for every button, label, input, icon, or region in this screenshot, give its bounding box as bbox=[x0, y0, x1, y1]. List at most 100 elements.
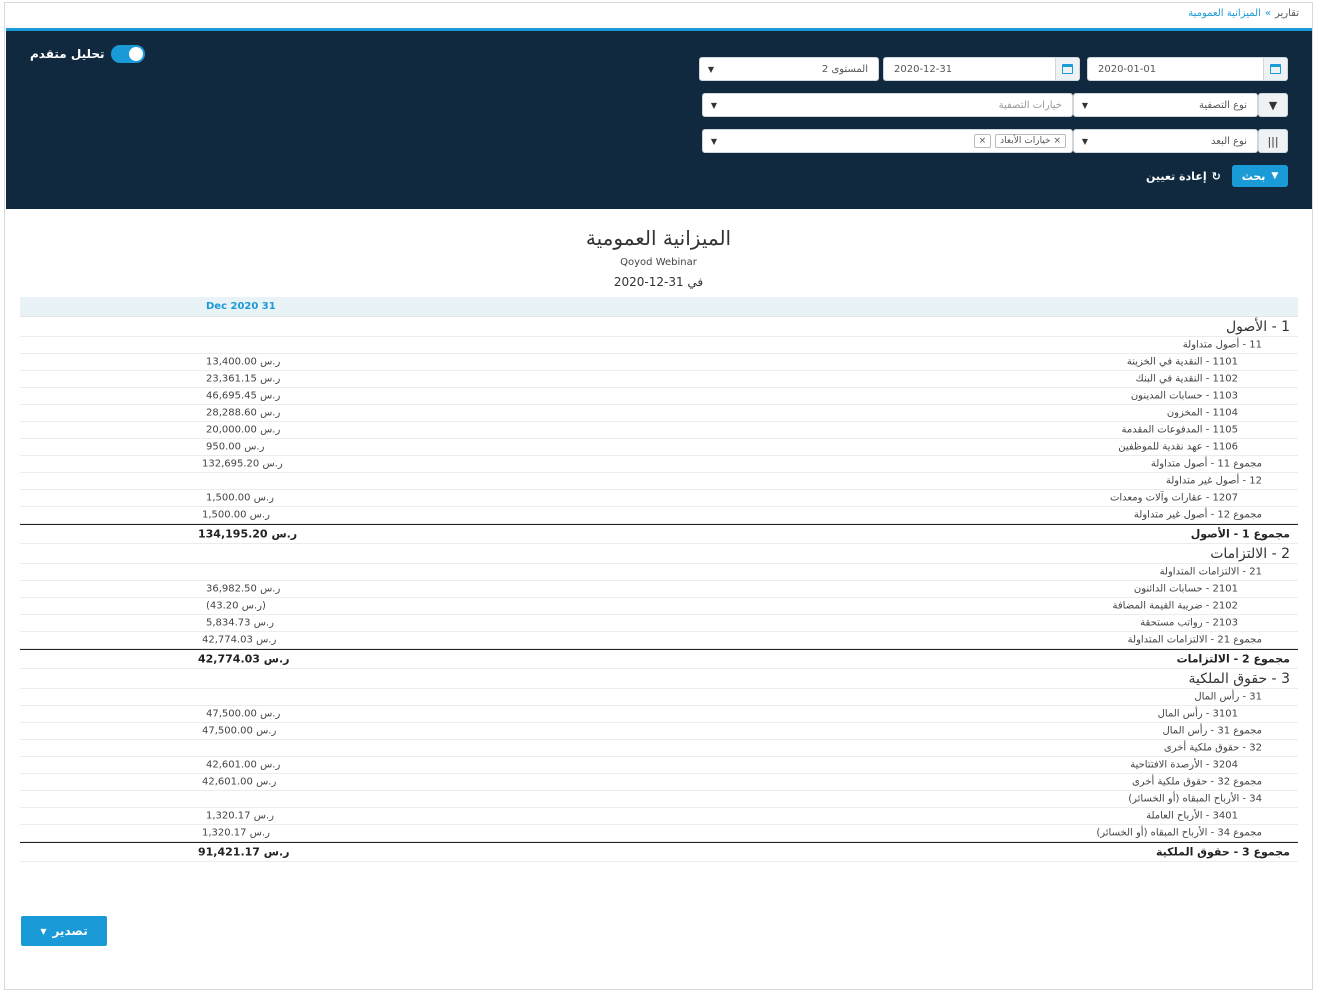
breadcrumb-current[interactable]: الميزانية العمومية bbox=[1188, 8, 1261, 19]
calendar-icon bbox=[1270, 64, 1281, 74]
search-button-label: بحث bbox=[1241, 169, 1266, 183]
table-row: مجموع 21 - الالتزامات المتداولة 42,774.03… bbox=[20, 632, 1298, 649]
table-row: 3204 - الأرصدة الافتتاحية 42,601.00 ر.س bbox=[20, 757, 1298, 774]
row-amount: 5,834.73 ر.س bbox=[206, 618, 274, 629]
calendar-icon-to[interactable] bbox=[1055, 58, 1079, 80]
row-amount: 42,774.03 ر.س bbox=[198, 653, 289, 666]
row-amount-value: 42,774.03 bbox=[198, 652, 260, 666]
dimension-options-tag[interactable]: × خيارات الأبعاد bbox=[995, 134, 1066, 148]
table-row: مجموع 34 - الأرباح المبقاه (أو الخسائر) 1… bbox=[20, 825, 1298, 842]
row-label: 3401 - الأرباح العاملة bbox=[1146, 810, 1238, 822]
row-amount: 28,288.60 ر.س bbox=[206, 408, 280, 419]
table-row: مجموع 3 - حقوق الملكية 91,421.17 ر.س bbox=[20, 842, 1298, 862]
row-label: 2101 - حسابات الدائنون bbox=[1133, 583, 1238, 595]
chevron-down-icon: ▼ bbox=[707, 64, 715, 74]
dimension-options-tag-label: خيارات الأبعاد bbox=[1000, 136, 1051, 146]
row-amount: 42,774.03 ر.س bbox=[202, 635, 276, 646]
row-currency: ر.س bbox=[256, 708, 281, 720]
row-currency: ر.س bbox=[256, 407, 281, 419]
row-label: 2 - الالتزامات bbox=[1210, 545, 1290, 562]
date-to-field[interactable]: 2020-12-31 bbox=[883, 57, 1080, 81]
row-amount-value: 20,000.00 bbox=[206, 424, 257, 436]
row-amount-value: 47,500.00 bbox=[206, 708, 257, 720]
table-row: 2101 - حسابات الدائنون 36,982.50 ر.س bbox=[20, 581, 1298, 598]
advanced-analysis-toggle[interactable] bbox=[110, 45, 145, 63]
row-currency: ر.س bbox=[246, 509, 270, 521]
row-currency: ر.س bbox=[241, 441, 265, 453]
table-row: 2102 - ضريبة القيمة المضافة (43.20 ر.س) bbox=[20, 598, 1298, 615]
date-from-field[interactable]: 2020-01-01 bbox=[1087, 57, 1288, 81]
row-label: 1106 - عهد نقدية للموظفين bbox=[1118, 441, 1238, 453]
filter-panel: تحليل متقدم 2020-01-01 2020-12-31 المستو… bbox=[6, 28, 1312, 209]
row-currency: ر.س bbox=[252, 634, 277, 646]
report-date: في 31-12-2020 bbox=[613, 275, 704, 289]
row-currency: ر.س) bbox=[238, 600, 266, 612]
table-row: مجموع 32 - حقوق ملكية أخرى 42,601.00 ر.س bbox=[20, 774, 1298, 791]
row-label: 3101 - رأس المال bbox=[1157, 708, 1238, 720]
filter-options-placeholder: خيارات التصفية bbox=[998, 99, 1062, 111]
row-amount: 91,421.17 ر.س bbox=[198, 846, 289, 859]
breadcrumb-root[interactable]: تقارير bbox=[1275, 8, 1299, 19]
filter-options-select[interactable]: خيارات التصفية ▼ bbox=[702, 93, 1073, 117]
report-title: الميزانية العمومية bbox=[585, 226, 732, 250]
clear-tag-button[interactable]: × bbox=[973, 134, 992, 148]
row-amount: 42,601.00 ر.س bbox=[206, 760, 280, 771]
row-amount: 1,500.00 ر.س bbox=[202, 510, 270, 521]
level-select[interactable]: المستوى 2 ▼ bbox=[699, 57, 879, 81]
dimension-options-select[interactable]: × خيارات الأبعاد × ▼ bbox=[702, 129, 1073, 153]
balance-sheet-table: Dec 2020 31 1 - الأصول 11 - أصول متداولة 1… bbox=[20, 297, 1298, 862]
table-row: 1207 - عقارات وآلات ومعدات 1,500.00 ر.س bbox=[20, 490, 1298, 507]
row-label: 12 - أصول غير متداولة bbox=[1165, 475, 1262, 487]
export-button[interactable]: تصدير ▼ bbox=[21, 916, 107, 946]
level-value: المستوى 2 bbox=[821, 63, 868, 75]
row-amount-value: 1,320.17 bbox=[202, 827, 247, 839]
row-label: 1101 - النقدية في الخزينة bbox=[1126, 356, 1238, 368]
table-row: 21 - الالتزامات المتداولة bbox=[20, 564, 1298, 581]
row-amount-value: 5,834.73 bbox=[206, 617, 251, 629]
row-label: 1104 - المخزون bbox=[1166, 407, 1238, 419]
row-label: 21 - الالتزامات المتداولة bbox=[1159, 566, 1262, 578]
row-label: 31 - رأس المال bbox=[1194, 691, 1262, 703]
table-row: 1104 - المخزون 28,288.60 ر.س bbox=[20, 405, 1298, 422]
date-to-value: 2020-12-31 bbox=[894, 63, 953, 75]
table-row: 32 - حقوق ملكية أخرى bbox=[20, 740, 1298, 757]
reset-button[interactable]: ↻ إعادة تعيين bbox=[1146, 167, 1221, 185]
chevron-down-icon: ▼ bbox=[1081, 100, 1089, 110]
row-amount: 46,695.45 ر.س bbox=[206, 391, 280, 402]
filter-type-select[interactable]: نوع التصفية ▼ bbox=[1073, 93, 1258, 117]
filter-icon: ▼ bbox=[1271, 171, 1279, 181]
row-currency: ر.س bbox=[259, 845, 290, 859]
row-amount: 47,500.00 ر.س bbox=[206, 709, 280, 720]
row-amount-value: 950.00 bbox=[206, 441, 241, 453]
row-amount: 47,500.00 ر.س bbox=[202, 726, 276, 737]
row-currency: ر.س bbox=[250, 810, 274, 822]
row-amount-value: 132,695.20 bbox=[202, 458, 260, 470]
search-button[interactable]: ▼ بحث bbox=[1232, 165, 1288, 187]
row-currency: ر.س bbox=[256, 390, 281, 402]
toggle-knob bbox=[128, 47, 143, 61]
caret-down-icon: ▼ bbox=[40, 926, 47, 936]
row-amount-value: 13,400.00 bbox=[206, 356, 257, 368]
row-currency: ر.س bbox=[256, 424, 281, 436]
table-row: 1105 - المدفوعات المقدمة 20,000.00 ر.س bbox=[20, 422, 1298, 439]
table-header: Dec 2020 31 bbox=[20, 297, 1298, 317]
row-label: 1207 - عقارات وآلات ومعدات bbox=[1109, 492, 1238, 504]
dimension-type-select[interactable]: نوع البعد ▼ bbox=[1073, 129, 1258, 153]
chevron-down-icon: ▼ bbox=[710, 100, 718, 110]
row-amount-value: 91,421.17 bbox=[198, 845, 260, 859]
chevron-down-icon: ▼ bbox=[1081, 136, 1089, 146]
advanced-analysis-toggle-wrap: تحليل متقدم bbox=[30, 45, 145, 63]
reset-button-label: إعادة تعيين bbox=[1146, 169, 1207, 183]
table-row: مجموع 11 - أصول متداولة 132,695.20 ر.س bbox=[20, 456, 1298, 473]
calendar-icon-from[interactable] bbox=[1263, 58, 1287, 80]
row-currency: ر.س bbox=[252, 725, 277, 737]
breadcrumb-separator: » bbox=[1264, 8, 1271, 19]
row-label: مجموع 32 - حقوق ملكية أخرى bbox=[1131, 776, 1262, 788]
filter-type-placeholder: نوع التصفية bbox=[1198, 99, 1247, 111]
row-amount: 42,601.00 ر.س bbox=[202, 777, 276, 788]
row-label: 32 - حقوق ملكية أخرى bbox=[1163, 742, 1262, 754]
table-row: 1 - الأصول bbox=[20, 317, 1298, 337]
row-amount-value: 47,500.00 bbox=[202, 725, 253, 737]
row-amount: 13,400.00 ر.س bbox=[206, 357, 280, 368]
table-row: 11 - أصول متداولة bbox=[20, 337, 1298, 354]
